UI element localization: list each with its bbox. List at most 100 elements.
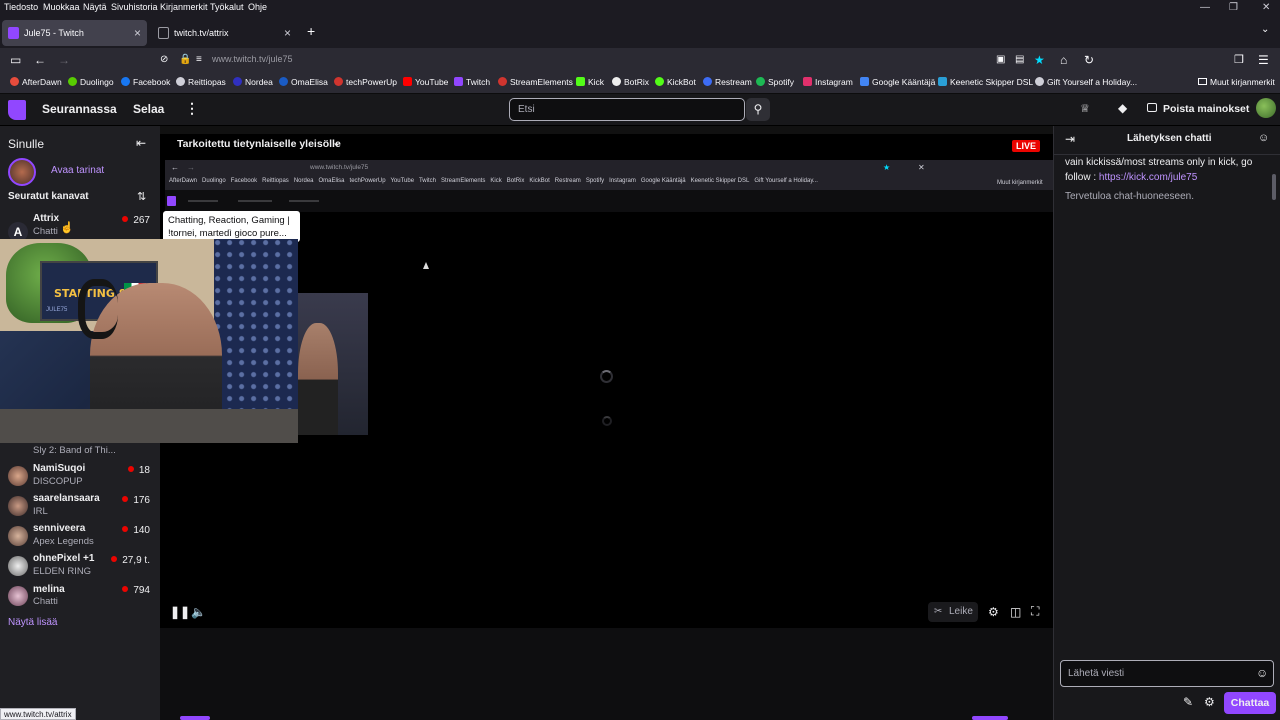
bookmark-reittiopas[interactable]: Reittiopas xyxy=(176,77,226,87)
menu-help[interactable]: Ohje xyxy=(248,2,267,12)
menu-history[interactable]: Sivuhistoria xyxy=(111,2,158,12)
channel-avatar[interactable] xyxy=(8,496,28,516)
tracking-protection-icon[interactable]: ⊘ xyxy=(160,52,168,68)
home-icon[interactable]: ⌂ xyxy=(1060,52,1067,68)
bookmark-instagram[interactable]: Instagram xyxy=(803,77,853,87)
bookmark-restream[interactable]: Restream xyxy=(703,77,752,87)
bookmark-facebook[interactable]: Facebook xyxy=(121,77,170,87)
nav-browse[interactable]: Selaa xyxy=(133,102,164,116)
reader-view-icon[interactable]: ▤ xyxy=(1015,52,1024,68)
channel-name[interactable]: senniveera xyxy=(33,523,85,534)
fullscreen-icon[interactable]: ⛶ xyxy=(1031,604,1039,619)
chat-scrollbar[interactable] xyxy=(1272,174,1276,200)
channel-avatar[interactable] xyxy=(8,586,28,606)
channel-name[interactable]: ohnePixel +1 xyxy=(33,553,94,564)
user-avatar[interactable] xyxy=(1256,98,1276,118)
menu-file[interactable]: Tiedosto xyxy=(4,2,38,12)
bookmark-streamelements[interactable]: StreamElements xyxy=(498,77,573,87)
chat-settings-gear-icon[interactable]: ⚙ xyxy=(1204,695,1215,709)
bookmark-google-translate[interactable]: Google Kääntäjä xyxy=(860,77,935,87)
channel-avatar[interactable] xyxy=(8,526,28,546)
bookmark-youtube[interactable]: YouTube xyxy=(403,77,448,87)
sidebar-toggle-icon[interactable]: ▭ xyxy=(10,52,21,68)
search-icon[interactable]: ⚲ xyxy=(746,98,770,121)
url-bar[interactable]: www.twitch.tv/jule75 xyxy=(212,54,293,64)
bookmark-botrix[interactable]: BotRix xyxy=(612,77,649,87)
bookmark-duolingo[interactable]: Duolingo xyxy=(68,77,114,87)
close-tab-icon[interactable]: × xyxy=(134,20,141,46)
stream-title-tooltip: Chatting, Reaction, Gaming | !tornei, ma… xyxy=(163,211,300,242)
tab-jule75[interactable]: Jule75 - Twitch × xyxy=(2,20,147,46)
list-tabs-icon[interactable]: ⌄ xyxy=(1261,24,1269,35)
extensions-puzzle-icon[interactable]: ❒ xyxy=(1234,52,1244,68)
menu-view[interactable]: Näytä xyxy=(83,2,107,12)
bookmark-nordea[interactable]: Nordea xyxy=(233,77,273,87)
menu-tools[interactable]: Työkalut xyxy=(210,2,244,12)
back-icon[interactable]: ← xyxy=(34,52,46,68)
menu-edit[interactable]: Muokkaa xyxy=(43,2,80,12)
chat-message-link[interactable]: https://kick.com/jule75 xyxy=(1099,172,1197,183)
channel-game: Chatti xyxy=(33,226,58,237)
audience-label[interactable]: Tarkoitettu tietynlaiselle yleisölle xyxy=(177,138,341,150)
remove-ads-button[interactable]: Poista mainokset xyxy=(1163,103,1249,115)
reload-icon[interactable]: ↻ xyxy=(1084,52,1094,68)
tab-attrix[interactable]: twitch.tv/attrix × xyxy=(152,20,297,46)
chat-input[interactable]: Lähetä viesti ☺ xyxy=(1060,660,1274,687)
forward-icon[interactable]: → xyxy=(58,52,70,68)
theatre-mode-icon[interactable]: ◫ xyxy=(1010,605,1021,619)
bookmark-kick[interactable]: Kick xyxy=(576,77,604,87)
collapse-sidebar-icon[interactable]: ⇤ xyxy=(136,136,146,150)
menu-bookmarks[interactable]: Kirjanmerkit xyxy=(160,2,208,12)
bookmark-spotify[interactable]: Spotify xyxy=(756,77,794,87)
channel-name[interactable]: Attrix xyxy=(33,213,59,224)
twitch-favicon-icon xyxy=(8,27,19,39)
other-bookmarks[interactable]: Muut kirjanmerkit xyxy=(1198,77,1275,87)
prime-crown-icon[interactable]: ♕ xyxy=(1080,102,1090,115)
bookmark-afterdawn[interactable]: AfterDawn xyxy=(10,77,62,87)
nav-following[interactable]: Seurannassa xyxy=(42,102,117,116)
close-tab-icon[interactable]: × xyxy=(284,20,291,46)
app-menu-icon[interactable]: ☰ xyxy=(1258,52,1269,68)
bookmark-techpowerup[interactable]: techPowerUp xyxy=(334,77,397,87)
clip-button[interactable]: ✂ Leike xyxy=(928,602,978,622)
picture-in-picture-icon[interactable]: ▣ xyxy=(996,52,1005,68)
new-tab-icon[interactable]: + xyxy=(307,23,315,39)
channel-avatar[interactable] xyxy=(8,556,28,576)
sort-icon[interactable]: ⇅ xyxy=(137,190,146,203)
channel-name[interactable]: saarelansaara xyxy=(33,493,100,504)
bookmark-gift[interactable]: Gift Yourself a Holiday... xyxy=(1035,77,1137,87)
stories-avatar[interactable] xyxy=(8,158,36,186)
bits-icon[interactable]: ◆ xyxy=(1118,101,1127,115)
volume-icon[interactable]: 🔈 xyxy=(191,605,206,619)
minimize-icon[interactable]: — xyxy=(1200,2,1210,13)
settings-gear-icon[interactable]: ⚙ xyxy=(988,605,999,619)
channel-game: Chatti xyxy=(33,596,58,607)
bookmark-keenetic[interactable]: Keenetic Skipper DSL xyxy=(938,77,1033,87)
restore-icon[interactable]: ❐ xyxy=(1229,2,1238,13)
permissions-icon[interactable]: ≡ xyxy=(196,52,202,68)
close-window-icon[interactable]: ✕ xyxy=(1262,2,1270,13)
collapse-chat-icon[interactable]: ⇥ xyxy=(1065,132,1075,146)
channel-viewers: 140 xyxy=(122,525,150,536)
open-stories-link[interactable]: Avaa tarinat xyxy=(51,165,104,176)
pause-icon[interactable]: ❚❚ xyxy=(170,605,190,619)
emote-picker-icon[interactable]: ☺ xyxy=(1256,666,1268,680)
bookmark-twitch[interactable]: Twitch xyxy=(454,77,490,87)
show-more-link[interactable]: Näytä lisää xyxy=(8,617,57,628)
google-translate-icon xyxy=(860,77,869,86)
channel-avatar[interactable] xyxy=(8,466,28,486)
community-icon[interactable]: ☺ xyxy=(1258,132,1269,144)
chat-paint-icon[interactable]: ✎ xyxy=(1183,695,1193,709)
send-chat-button[interactable]: Chattaa xyxy=(1224,692,1276,714)
twitch-logo-icon[interactable] xyxy=(8,100,26,120)
chevron-down-icon[interactable]: ⌄ xyxy=(332,136,341,149)
channel-name[interactable]: melina xyxy=(33,584,65,595)
search-input[interactable]: Etsi xyxy=(509,98,745,121)
bookmark-star-icon[interactable]: ★ xyxy=(1034,52,1045,68)
lock-icon[interactable]: 🔒 xyxy=(179,52,191,68)
bookmark-omaelisa[interactable]: OmaElisa xyxy=(279,77,328,87)
bookmark-kickbot[interactable]: KickBot xyxy=(655,77,696,87)
inner-window-titlebar xyxy=(160,126,1053,134)
channel-name[interactable]: NamiSuqoi xyxy=(33,463,85,474)
more-options-icon[interactable]: ⋮ xyxy=(185,100,199,117)
